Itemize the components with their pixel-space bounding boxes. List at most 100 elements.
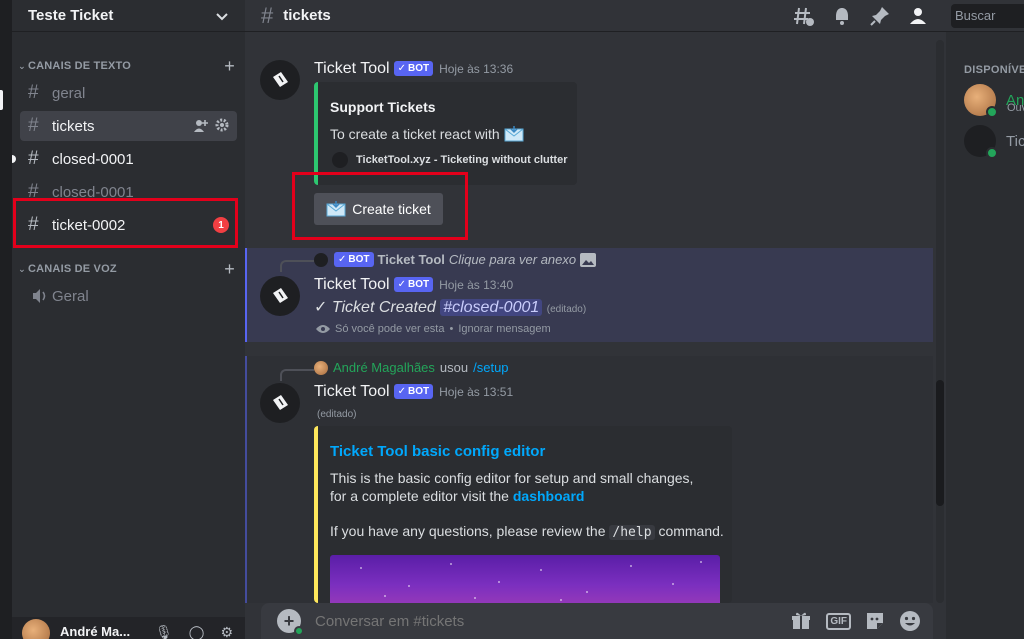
message-author[interactable]: Ticket Tool xyxy=(314,276,390,293)
microphone-icon[interactable]: 🎙 xyxy=(155,624,173,639)
check-icon: ✓ xyxy=(338,254,347,265)
channel-sidebar: Teste Ticket ⌄ CANAIS DE TEXTO + # geral… xyxy=(12,0,245,639)
user-panel: André Ma... 🎙 ◯ ⚙ xyxy=(12,617,245,639)
check-icon: ✓ xyxy=(397,279,406,290)
channel-item-geral[interactable]: # geral xyxy=(20,78,237,108)
emoji-icon[interactable] xyxy=(899,610,921,632)
command-name[interactable]: /setup xyxy=(473,360,508,375)
pin-icon[interactable] xyxy=(869,5,891,27)
server-pip xyxy=(0,90,3,110)
members-icon[interactable] xyxy=(907,5,929,27)
reply-connector xyxy=(280,260,314,272)
attach-plus-button[interactable]: + xyxy=(277,609,304,636)
channel-mention[interactable]: #closed-0001 xyxy=(440,299,543,316)
check-icon: ✓ xyxy=(397,63,406,74)
member-name: Ticket Tool xyxy=(1006,132,1024,150)
check-icon: ✓ xyxy=(397,386,406,397)
discord-window: Teste Ticket ⌄ CANAIS DE TEXTO + # geral… xyxy=(0,0,1024,639)
avatar[interactable] xyxy=(260,60,300,100)
caret-down-icon: ⌄ xyxy=(18,60,26,71)
member-activity: Ouvindo xyxy=(1007,102,1024,114)
embed-footer: TicketTool.xyz - Ticketing without clutt… xyxy=(356,154,568,166)
embed-banner-image[interactable] xyxy=(330,555,720,603)
eye-icon xyxy=(316,325,330,333)
command-reference[interactable]: André Magalhães usou /setup xyxy=(314,360,509,375)
help-command: /help xyxy=(609,525,655,540)
message-author[interactable]: Ticket Tool xyxy=(314,60,390,77)
speaker-icon xyxy=(33,289,46,303)
embed-title-link[interactable]: Ticket Tool basic config editor xyxy=(330,443,545,460)
timestamp: Hoje às 13:40 xyxy=(439,278,514,292)
gear-icon[interactable]: ⚙ xyxy=(220,624,233,639)
message-header: Ticket Tool ✓ BOT Hoje às 13:36 xyxy=(314,60,513,78)
status-dot xyxy=(294,626,304,636)
envelope-icon xyxy=(504,126,524,142)
dismiss-message-link[interactable]: Ignorar mensagem xyxy=(458,323,550,335)
channel-item-tickets[interactable]: # tickets xyxy=(20,111,237,141)
embed-line-2: for a complete editor visit the dashboar… xyxy=(330,488,585,504)
reply-preview[interactable]: ✓ BOT Ticket Tool Clique para ver anexo xyxy=(314,252,597,267)
embed-line-1: This is the basic config editor for setu… xyxy=(330,470,694,486)
scrollbar-thumb[interactable] xyxy=(936,380,944,506)
channel-label: Geral xyxy=(52,287,89,305)
embed-title: Support Tickets xyxy=(330,99,436,115)
member-item[interactable]: André Magalhães Ouvindo xyxy=(964,84,1024,118)
gif-icon[interactable]: GIF xyxy=(826,612,851,630)
category-text[interactable]: ⌄ CANAIS DE TEXTO + xyxy=(16,56,235,77)
avatar[interactable] xyxy=(260,276,300,316)
sticker-icon[interactable] xyxy=(865,611,885,631)
scrollbar-track[interactable] xyxy=(936,40,944,603)
channel-label: geral xyxy=(52,84,86,102)
chevron-down-icon xyxy=(216,12,228,20)
edited-label: (editado) xyxy=(546,304,587,315)
ticket-icon xyxy=(273,395,288,410)
invite-icon[interactable] xyxy=(193,118,209,134)
embed-description: To create a ticket react with xyxy=(330,126,524,142)
channel-header: # tickets Buscar xyxy=(245,0,1024,32)
member-item[interactable]: Ticket Tool xyxy=(964,125,1024,159)
search-input[interactable]: Buscar xyxy=(951,4,1024,28)
message-input[interactable] xyxy=(315,612,735,630)
ticket-icon xyxy=(314,252,328,267)
bot-badge: ✓ BOT xyxy=(334,252,374,267)
message-header: Ticket Tool ✓ BOT Hoje às 13:51 xyxy=(314,383,513,401)
add-channel-icon[interactable]: + xyxy=(224,56,235,77)
channel-label: tickets xyxy=(52,117,95,135)
hash-icon: # xyxy=(261,2,274,28)
gear-icon[interactable] xyxy=(215,118,229,132)
command-user: André Magalhães xyxy=(333,360,435,375)
reply-text: Clique para ver anexo xyxy=(448,252,577,267)
avatar xyxy=(314,360,328,375)
server-header[interactable]: Teste Ticket xyxy=(12,0,245,32)
server-name: Teste Ticket xyxy=(28,7,114,24)
gift-icon[interactable] xyxy=(790,610,812,632)
avatar xyxy=(964,84,998,118)
headphones-icon[interactable]: ◯ xyxy=(189,624,205,639)
image-icon xyxy=(580,252,597,267)
dashboard-link[interactable]: dashboard xyxy=(513,488,585,504)
caret-down-icon: ⌄ xyxy=(18,263,26,274)
avatar[interactable] xyxy=(260,383,300,423)
timestamp: Hoje às 13:51 xyxy=(439,385,514,399)
timestamp: Hoje às 13:36 xyxy=(439,62,514,76)
channel-title: tickets xyxy=(283,7,331,24)
bot-badge: ✓ BOT xyxy=(393,277,434,292)
message-body: ✓ Ticket Created #closed-0001 (editado) xyxy=(314,299,587,316)
embed-support-tickets: Support Tickets To create a ticket react… xyxy=(314,82,577,185)
embed-line-3: If you have any questions, please review… xyxy=(330,523,724,540)
threads-icon[interactable] xyxy=(793,5,815,27)
channel-item-closed-0001[interactable]: # closed-0001 xyxy=(12,144,237,174)
hash-icon: # xyxy=(28,148,39,169)
bell-icon[interactable] xyxy=(831,5,853,27)
voice-channel-geral[interactable]: Geral xyxy=(20,281,237,311)
bot-badge: ✓ BOT xyxy=(393,384,434,399)
avatar[interactable] xyxy=(22,619,50,639)
highlight-box-channel xyxy=(13,198,238,248)
reply-connector xyxy=(280,369,314,381)
server-rail xyxy=(0,0,12,639)
category-voice[interactable]: ⌄ CANAIS DE VOZ + xyxy=(16,259,235,280)
add-channel-icon[interactable]: + xyxy=(224,259,235,280)
message-author[interactable]: Ticket Tool xyxy=(314,383,390,400)
reply-author: Ticket Tool xyxy=(377,252,445,267)
ticket-icon xyxy=(273,288,288,303)
